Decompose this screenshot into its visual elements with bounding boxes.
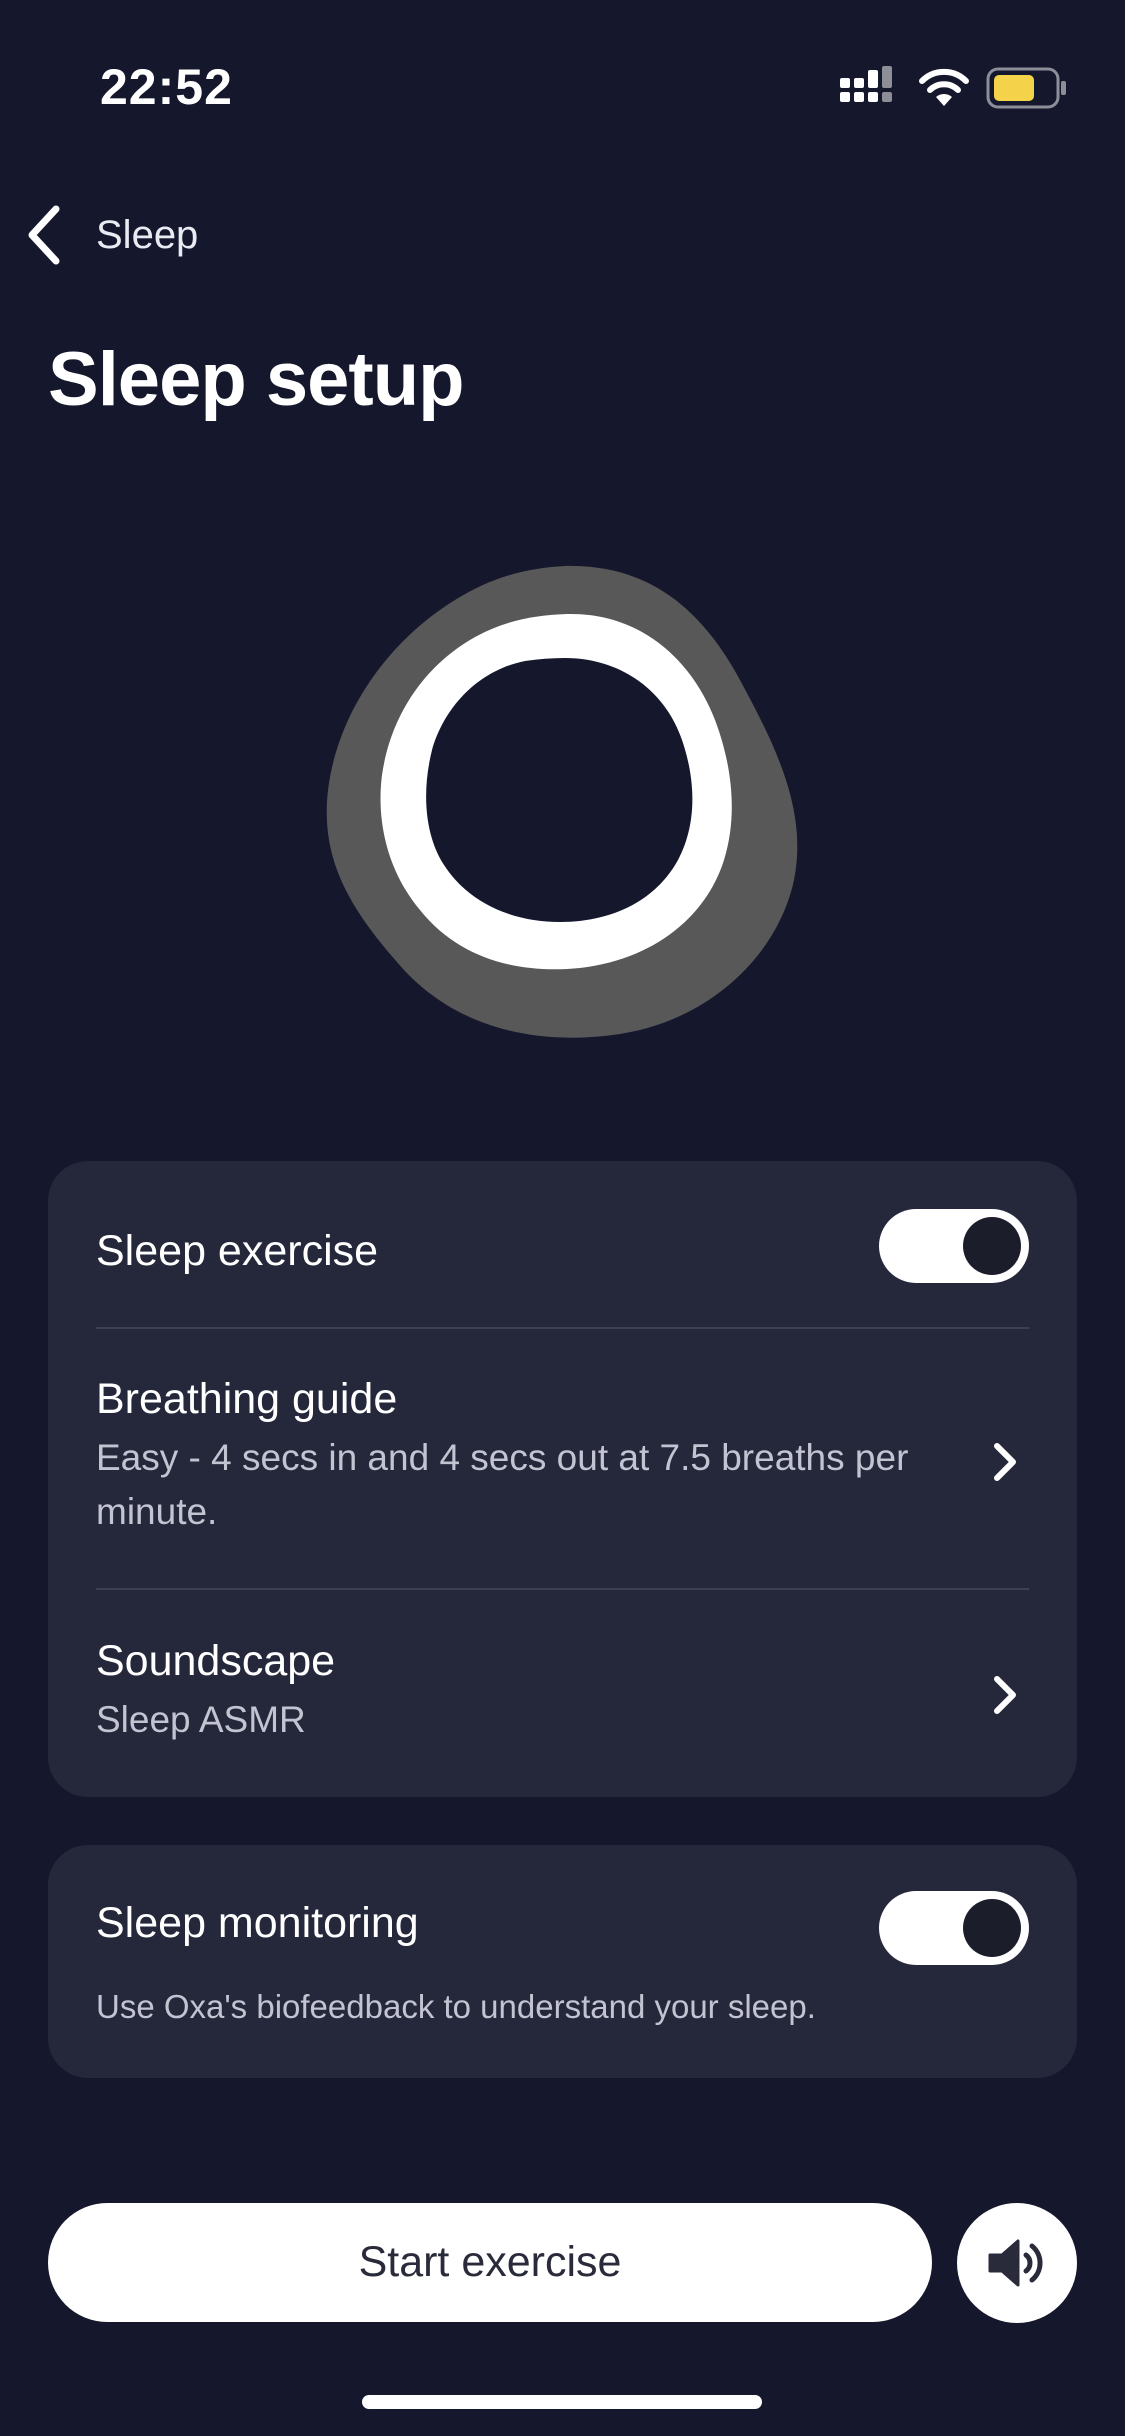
toggle-knob (963, 1899, 1021, 1957)
sleep-exercise-toggle[interactable] (879, 1209, 1029, 1283)
chevron-right-icon[interactable] (991, 1440, 1019, 1484)
home-indicator (362, 2395, 762, 2409)
sleep-monitoring-card: Sleep monitoring Use Oxa's biofeedback t… (48, 1845, 1077, 2078)
back-button[interactable]: Sleep (22, 200, 198, 270)
soundscape-row[interactable]: Soundscape Sleep ASMR (96, 1635, 937, 1747)
soundscape-subtitle: Sleep ASMR (96, 1699, 306, 1740)
divider (96, 1327, 1029, 1329)
sleep-monitoring-label: Sleep monitoring (96, 1899, 419, 1947)
battery-icon (986, 67, 1066, 109)
status-time: 22:52 (100, 59, 233, 115)
sleep-monitoring-description-row: Use Oxa's biofeedback to understand your… (96, 1985, 1029, 2029)
back-label: Sleep (96, 212, 199, 257)
breathing-guide-row[interactable]: Breathing guide Easy - 4 secs in and 4 s… (96, 1373, 937, 1539)
status-bar: 22:52 (0, 0, 1125, 150)
sleep-monitoring-row: Sleep monitoring (96, 1895, 837, 1951)
divider (96, 1588, 1029, 1590)
chevron-right-icon[interactable] (991, 1673, 1019, 1717)
cellular-signal-icon (840, 66, 892, 102)
toggle-knob-inner (965, 1219, 1019, 1273)
exercise-settings-card: Sleep exercise Breathing guide Easy - 4 … (48, 1161, 1077, 1797)
sleep-monitoring-toggle[interactable] (879, 1891, 1029, 1965)
soundscape-title: Soundscape (96, 1637, 336, 1685)
sound-toggle-button[interactable] (957, 2203, 1077, 2323)
speaker-icon (988, 2239, 1043, 2287)
chevron-left-icon (28, 205, 60, 265)
page-title: Sleep setup (48, 337, 465, 422)
wifi-icon (919, 68, 969, 106)
sleep-monitoring-description: Use Oxa's biofeedback to understand your… (96, 1988, 816, 2025)
breathing-guide-title: Breathing guide (96, 1375, 398, 1423)
breathing-guide-subtitle: Easy - 4 secs in and 4 secs out at 7.5 b… (96, 1437, 909, 1532)
start-exercise-button[interactable]: Start exercise (48, 2203, 932, 2322)
breathing-ring-visual (326, 565, 798, 1038)
